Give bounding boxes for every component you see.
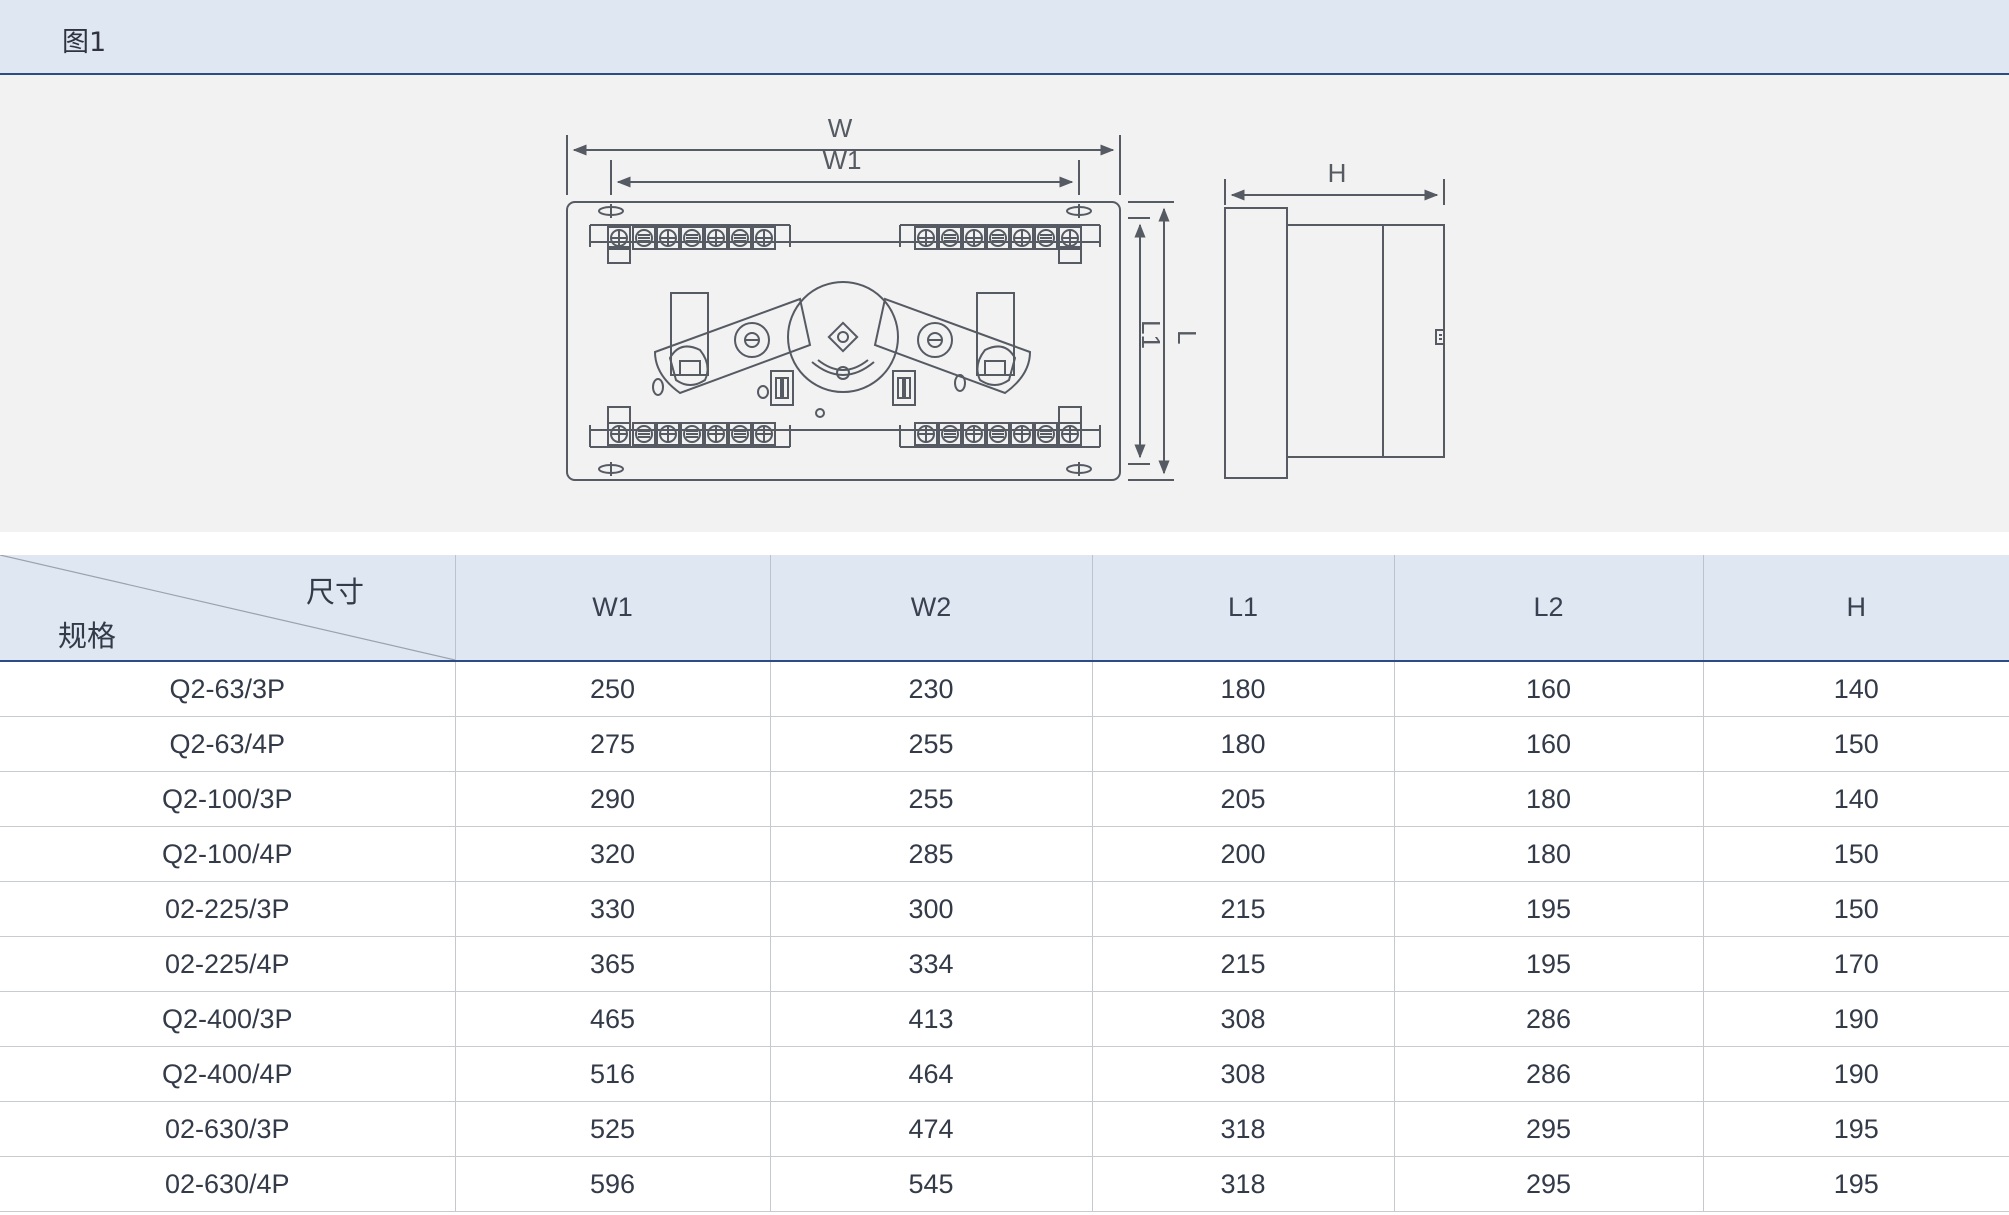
column-header-w2: W2 — [769, 555, 1092, 662]
cell-spec: Q2-100/4P — [0, 826, 455, 882]
column-header-l2: L2 — [1393, 555, 1703, 662]
cell-l2: 160 — [1393, 661, 1703, 717]
cell-w1: 365 — [454, 936, 770, 992]
cell-w2: 334 — [769, 936, 1092, 992]
cell-w1: 516 — [454, 1046, 770, 1102]
cell-w1: 290 — [454, 771, 770, 827]
cell-h: 195 — [1702, 1156, 2009, 1212]
dimension-l1: L1 — [1128, 217, 1166, 465]
cell-l1: 318 — [1091, 1101, 1394, 1157]
switch-front-view — [566, 201, 1121, 481]
table-row: Q2-100/4P 320 285 200 180 150 — [0, 826, 2009, 882]
dimension-h: H — [1224, 158, 1445, 205]
cell-l2: 195 — [1393, 936, 1703, 992]
cell-w2: 474 — [769, 1101, 1092, 1157]
cell-spec: Q2-400/4P — [0, 1046, 455, 1102]
label-l: L — [1172, 330, 1202, 344]
cell-l2: 180 — [1393, 826, 1703, 882]
cell-l1: 180 — [1091, 716, 1394, 772]
cell-w1: 465 — [454, 991, 770, 1047]
cell-l2: 286 — [1393, 991, 1703, 1047]
dimension-drawing: W W1 L L1 H — [566, 113, 1445, 481]
cell-l1: 200 — [1091, 826, 1394, 882]
label-h: H — [1328, 158, 1347, 188]
cell-w2: 230 — [769, 661, 1092, 717]
table-row: Q2-100/3P 290 255 205 180 140 — [0, 771, 2009, 827]
cell-spec: Q2-63/4P — [0, 716, 455, 772]
cell-w1: 330 — [454, 881, 770, 937]
cell-w2: 255 — [769, 716, 1092, 772]
cell-h: 190 — [1702, 1046, 2009, 1102]
cell-h: 140 — [1702, 661, 2009, 717]
cell-l1: 180 — [1091, 661, 1394, 717]
cell-h: 170 — [1702, 936, 2009, 992]
figure-header: 图1 — [0, 0, 2009, 75]
label-w: W — [828, 113, 853, 143]
cell-spec: Q2-100/3P — [0, 771, 455, 827]
cell-w2: 545 — [769, 1156, 1092, 1212]
table-row: Q2-63/4P 275 255 180 160 150 — [0, 716, 2009, 772]
cell-h: 150 — [1702, 826, 2009, 882]
table-row: Q2-63/3P 250 230 180 160 140 — [0, 661, 2009, 717]
cell-h: 190 — [1702, 991, 2009, 1047]
cell-h: 195 — [1702, 1101, 2009, 1157]
cell-w2: 413 — [769, 991, 1092, 1047]
cell-l1: 308 — [1091, 991, 1394, 1047]
table-row: 02-630/4P 596 545 318 295 195 — [0, 1156, 2009, 1212]
cell-l2: 160 — [1393, 716, 1703, 772]
cell-l1: 215 — [1091, 881, 1394, 937]
cell-spec: Q2-400/3P — [0, 991, 455, 1047]
cell-l2: 295 — [1393, 1101, 1703, 1157]
cell-l1: 318 — [1091, 1156, 1394, 1212]
spec-table: 尺寸 规格 W1 W2 L1 L2 H Q2-63/3P 250 230 180 160… — [0, 555, 2009, 1212]
cell-w2: 285 — [769, 826, 1092, 882]
cell-h: 150 — [1702, 716, 2009, 772]
cell-w1: 275 — [454, 716, 770, 772]
cell-l1: 308 — [1091, 1046, 1394, 1102]
cell-w2: 255 — [769, 771, 1092, 827]
cell-w2: 300 — [769, 881, 1092, 937]
cell-l2: 295 — [1393, 1156, 1703, 1212]
cell-h: 140 — [1702, 771, 2009, 827]
column-header-w1: W1 — [454, 555, 770, 662]
dimension-w1: W1 — [610, 145, 1080, 195]
table-body: Q2-63/3P 250 230 180 160 140 Q2-63/4P 275 255 180… — [0, 661, 2009, 1212]
dimension-drawing-panel: W W1 L L1 H — [0, 75, 2009, 532]
corner-dimension-label: 尺寸 — [306, 575, 365, 609]
label-l1: L1 — [1136, 320, 1166, 349]
cell-l1: 205 — [1091, 771, 1394, 827]
table-row: 02-225/3P 330 300 215 195 150 — [0, 881, 2009, 937]
cell-w2: 464 — [769, 1046, 1092, 1102]
cell-spec: Q2-63/3P — [0, 661, 455, 717]
column-header-h: H — [1702, 555, 2009, 662]
corner-spec-label: 规格 — [58, 619, 117, 653]
corner-header-cell: 尺寸 规格 — [0, 555, 455, 662]
cell-spec: 02-225/4P — [0, 936, 455, 992]
cell-w1: 525 — [454, 1101, 770, 1157]
table-row: Q2-400/3P 465 413 308 286 190 — [0, 991, 2009, 1047]
cell-l2: 180 — [1393, 771, 1703, 827]
label-w1: W1 — [823, 145, 862, 175]
table-row: Q2-400/4P 516 464 308 286 190 — [0, 1046, 2009, 1102]
cell-spec: 02-225/3P — [0, 881, 455, 937]
cell-w1: 250 — [454, 661, 770, 717]
switch-side-view — [1224, 207, 1445, 479]
cell-h: 150 — [1702, 881, 2009, 937]
cell-spec: 02-630/4P — [0, 1156, 455, 1212]
column-header-l1: L1 — [1091, 555, 1394, 662]
cell-l2: 195 — [1393, 881, 1703, 937]
cell-l1: 215 — [1091, 936, 1394, 992]
table-row: 02-225/4P 365 334 215 195 170 — [0, 936, 2009, 992]
figure-caption: 图1 — [62, 27, 107, 58]
table-header-row: 尺寸 规格 W1 W2 L1 L2 H — [0, 555, 2009, 662]
cell-w1: 596 — [454, 1156, 770, 1212]
page: 图1 W W1 L L1 H 尺寸 规格 W1 W2 L1 L2 H Q2-63… — [0, 0, 2009, 1215]
cell-w1: 320 — [454, 826, 770, 882]
table-row: 02-630/3P 525 474 318 295 195 — [0, 1101, 2009, 1157]
cell-spec: 02-630/3P — [0, 1101, 455, 1157]
cell-l2: 286 — [1393, 1046, 1703, 1102]
